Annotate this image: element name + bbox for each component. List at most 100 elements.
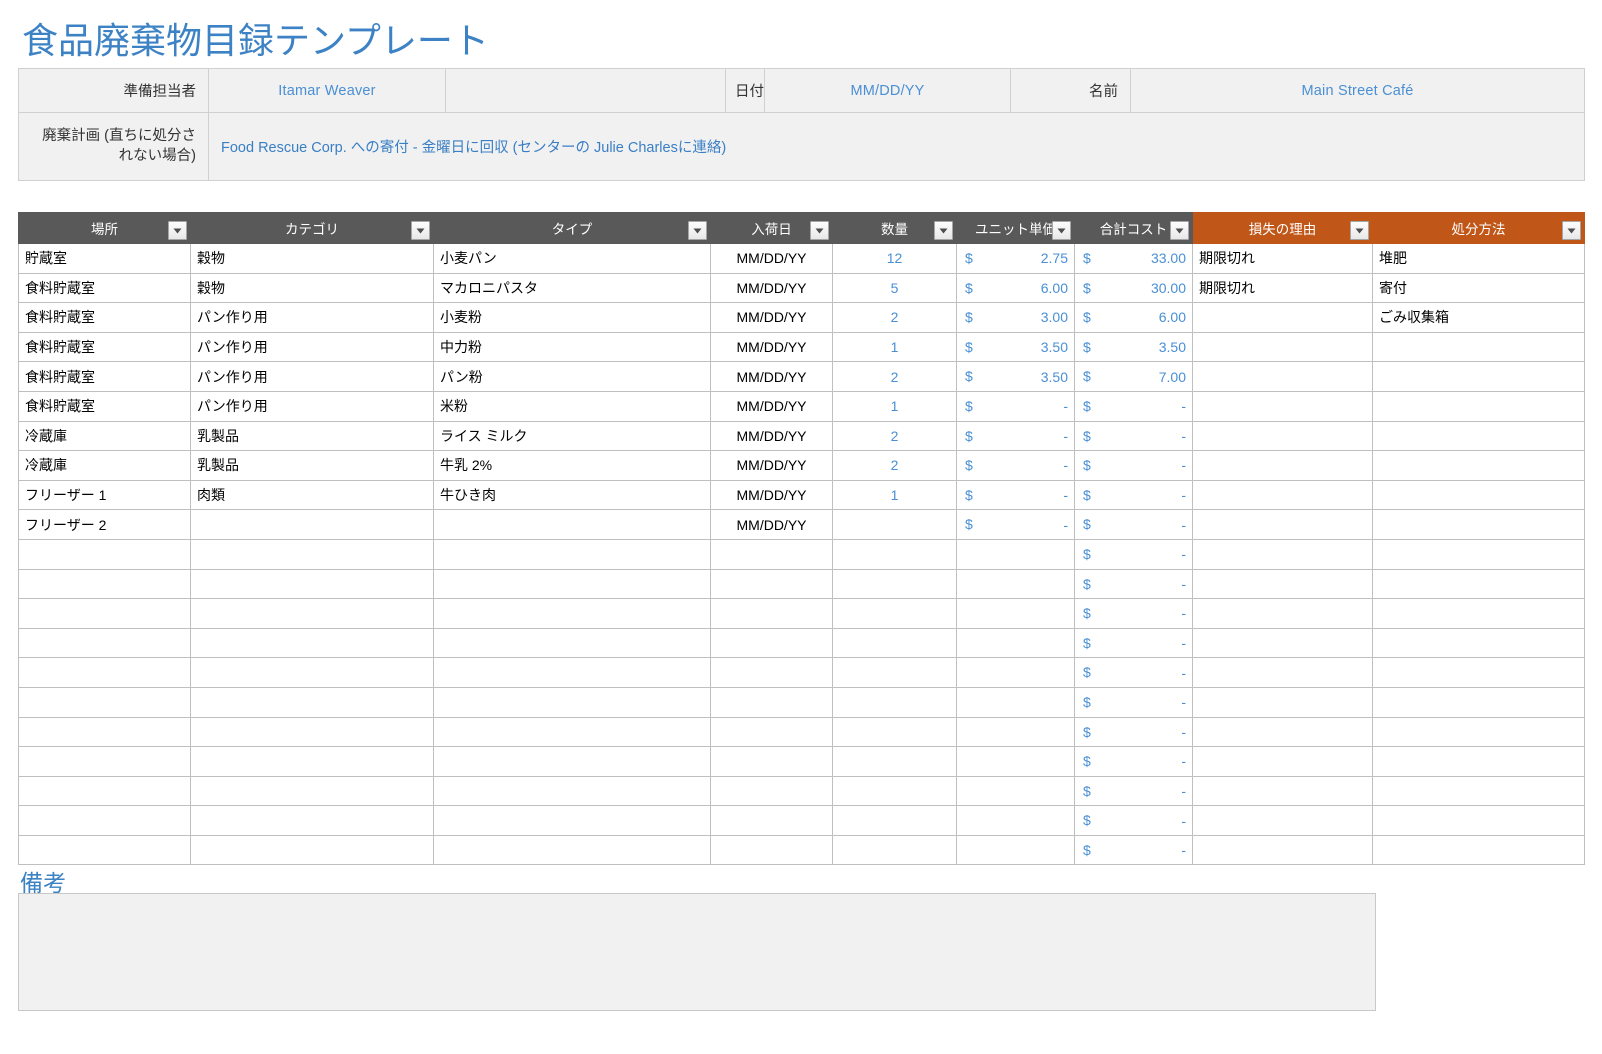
cell-unit-price[interactable]: $ -: [956, 509, 1075, 540]
cell-disposal[interactable]: [1372, 390, 1585, 422]
cell-loss-reason[interactable]: [1192, 390, 1373, 422]
cell-category[interactable]: [190, 657, 434, 688]
cell-total-cost[interactable]: $ -: [1074, 834, 1193, 866]
cell-date[interactable]: MM/DD/YY: [710, 272, 833, 304]
cell-disposal[interactable]: [1372, 331, 1585, 363]
cell-date[interactable]: MM/DD/YY: [710, 420, 833, 452]
cell-disposal[interactable]: [1372, 538, 1585, 570]
cell-unit-price[interactable]: $ -: [956, 479, 1075, 511]
cell-quantity[interactable]: 1: [832, 331, 957, 363]
filter-dropdown-icon[interactable]: [810, 221, 829, 240]
cell-location[interactable]: [18, 568, 191, 600]
cell-location[interactable]: 冷蔵庫: [18, 420, 191, 452]
cell-location[interactable]: [18, 686, 191, 718]
notes-input[interactable]: [18, 893, 1376, 1011]
cell-category[interactable]: パン作り用: [190, 331, 434, 363]
cell-total-cost[interactable]: $ -: [1074, 538, 1193, 570]
cell-quantity[interactable]: [832, 834, 957, 866]
cell-disposal[interactable]: [1372, 598, 1585, 629]
cell-quantity[interactable]: [832, 509, 957, 540]
cell-type[interactable]: [433, 568, 711, 600]
cell-unit-price[interactable]: [956, 746, 1075, 777]
cell-quantity[interactable]: 5: [832, 272, 957, 304]
cell-quantity[interactable]: [832, 627, 957, 659]
cell-quantity[interactable]: [832, 598, 957, 629]
cell-total-cost[interactable]: $ -: [1074, 746, 1193, 777]
cell-date[interactable]: MM/DD/YY: [710, 450, 833, 481]
cell-quantity[interactable]: 2: [832, 420, 957, 452]
cell-category[interactable]: パン作り用: [190, 390, 434, 422]
cell-category[interactable]: 乳製品: [190, 420, 434, 452]
cell-date[interactable]: [710, 746, 833, 777]
cell-quantity[interactable]: [832, 657, 957, 688]
cell-category[interactable]: [190, 834, 434, 866]
cell-disposal[interactable]: [1372, 450, 1585, 481]
cell-type[interactable]: 牛乳 2%: [433, 450, 711, 481]
cell-loss-reason[interactable]: [1192, 775, 1373, 807]
cell-quantity[interactable]: [832, 568, 957, 600]
filter-dropdown-icon[interactable]: [934, 221, 953, 240]
cell-date[interactable]: MM/DD/YY: [710, 302, 833, 333]
cell-disposal[interactable]: [1372, 657, 1585, 688]
cell-category[interactable]: [190, 716, 434, 748]
cell-quantity[interactable]: 2: [832, 361, 957, 392]
cell-location[interactable]: [18, 746, 191, 777]
cell-location[interactable]: 冷蔵庫: [18, 450, 191, 481]
cell-loss-reason[interactable]: [1192, 598, 1373, 629]
filter-dropdown-icon[interactable]: [1170, 221, 1189, 240]
cell-quantity[interactable]: [832, 686, 957, 718]
cell-total-cost[interactable]: $ -: [1074, 598, 1193, 629]
cell-total-cost[interactable]: $ -: [1074, 450, 1193, 481]
cell-location[interactable]: 貯蔵室: [18, 243, 191, 274]
cell-unit-price[interactable]: [956, 805, 1075, 836]
cell-date[interactable]: [710, 568, 833, 600]
cell-total-cost[interactable]: $ -: [1074, 479, 1193, 511]
cell-location[interactable]: 食料貯蔵室: [18, 361, 191, 392]
cell-total-cost[interactable]: $6.00: [1074, 302, 1193, 333]
cell-total-cost[interactable]: $7.00: [1074, 361, 1193, 392]
cell-quantity[interactable]: 1: [832, 390, 957, 422]
cell-date[interactable]: [710, 686, 833, 718]
cell-total-cost[interactable]: $ -: [1074, 686, 1193, 718]
cell-quantity[interactable]: 2: [832, 302, 957, 333]
cell-category[interactable]: 肉類: [190, 479, 434, 511]
cell-category[interactable]: パン作り用: [190, 361, 434, 392]
cell-category[interactable]: 穀物: [190, 272, 434, 304]
cell-disposal[interactable]: 寄付: [1372, 272, 1585, 304]
cell-loss-reason[interactable]: [1192, 331, 1373, 363]
cell-location[interactable]: [18, 805, 191, 836]
cell-type[interactable]: 小麦粉: [433, 302, 711, 333]
cell-location[interactable]: [18, 657, 191, 688]
cell-date[interactable]: [710, 834, 833, 866]
cell-unit-price[interactable]: [956, 775, 1075, 807]
cell-location[interactable]: 食料貯蔵室: [18, 390, 191, 422]
cell-unit-price[interactable]: [956, 627, 1075, 659]
filter-dropdown-icon[interactable]: [168, 221, 187, 240]
cell-disposal[interactable]: [1372, 420, 1585, 452]
cell-loss-reason[interactable]: [1192, 716, 1373, 748]
cell-disposal[interactable]: 堆肥: [1372, 243, 1585, 274]
cell-total-cost[interactable]: $30.00: [1074, 272, 1193, 304]
cell-date[interactable]: [710, 598, 833, 629]
cell-total-cost[interactable]: $ -: [1074, 657, 1193, 688]
cell-date[interactable]: [710, 627, 833, 659]
cell-category[interactable]: 乳製品: [190, 450, 434, 481]
cell-category[interactable]: [190, 598, 434, 629]
cell-unit-price[interactable]: $3.50: [956, 331, 1075, 363]
cell-category[interactable]: [190, 746, 434, 777]
cell-unit-price[interactable]: [956, 686, 1075, 718]
cell-date[interactable]: [710, 538, 833, 570]
cell-total-cost[interactable]: $33.00: [1074, 243, 1193, 274]
cell-total-cost[interactable]: $ -: [1074, 627, 1193, 659]
cell-type[interactable]: [433, 775, 711, 807]
cell-date[interactable]: MM/DD/YY: [710, 479, 833, 511]
cell-date[interactable]: [710, 775, 833, 807]
cell-disposal[interactable]: [1372, 775, 1585, 807]
cell-loss-reason[interactable]: [1192, 686, 1373, 718]
cell-quantity[interactable]: 2: [832, 450, 957, 481]
cell-quantity[interactable]: 12: [832, 243, 957, 274]
cell-location[interactable]: 食料貯蔵室: [18, 331, 191, 363]
cell-loss-reason[interactable]: [1192, 805, 1373, 836]
cell-quantity[interactable]: [832, 716, 957, 748]
filter-dropdown-icon[interactable]: [688, 221, 707, 240]
